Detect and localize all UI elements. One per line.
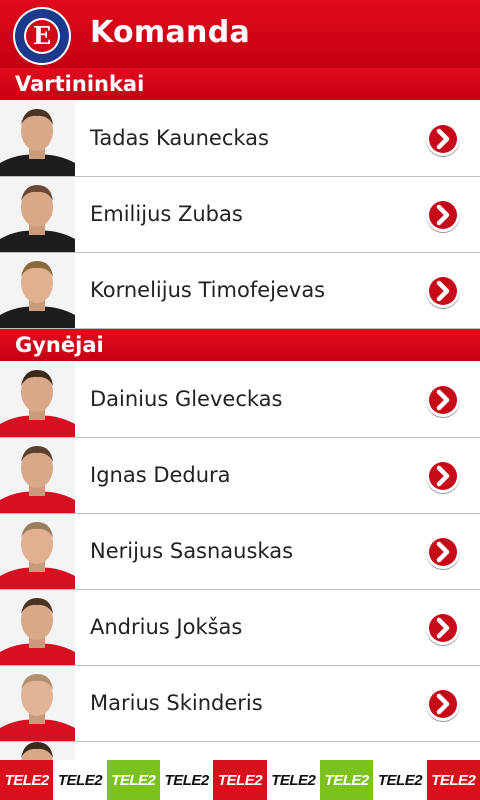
chevron-right-icon[interactable] (424, 609, 462, 647)
sponsor-logo-tile[interactable]: TELE2 (373, 760, 427, 800)
player-name: Kornelijus Timofejevas (90, 278, 326, 302)
player-row-partial[interactable] (0, 742, 480, 760)
player-photo (0, 514, 75, 589)
player-row[interactable]: Emilijus Zubas (0, 177, 480, 253)
player-name: Ignas Dedura (90, 463, 231, 487)
player-name: Marius Skinderis (90, 691, 263, 715)
chevron-right-icon[interactable] (424, 457, 462, 495)
player-photo (0, 253, 75, 328)
sponsor-logo-tile[interactable]: TELE2 (159, 760, 214, 800)
player-row[interactable]: Kornelijus Timofejevas (0, 253, 480, 329)
player-name: Tadas Kauneckas (90, 126, 269, 150)
chevron-right-icon[interactable] (424, 685, 462, 723)
player-photo (0, 177, 75, 252)
player-photo (0, 666, 75, 741)
player-photo (0, 438, 75, 513)
section-header-goalkeepers: Vartininkai (0, 68, 480, 100)
section-header-defenders: Gynėjai (0, 329, 480, 361)
sponsor-logo-tile[interactable]: TELE2 (106, 760, 160, 800)
player-photo (0, 362, 75, 437)
chevron-right-icon[interactable] (424, 533, 462, 571)
chevron-right-icon[interactable] (424, 120, 462, 158)
player-row[interactable]: Dainius Gleveckas (0, 362, 480, 438)
player-name: Dainius Gleveckas (90, 387, 283, 411)
player-row[interactable]: Ignas Dedura (0, 438, 480, 514)
player-photo (0, 742, 75, 760)
sponsor-logo-tile[interactable]: TELE2 (266, 760, 320, 800)
sponsor-logo-tile[interactable]: TELE2 (213, 760, 267, 800)
logo-letter: E (33, 21, 51, 50)
player-row[interactable]: Marius Skinderis (0, 666, 480, 742)
sponsor-logo-tile[interactable]: TELE2 (53, 760, 107, 800)
page-title: Komanda (90, 15, 251, 50)
player-photo (0, 590, 75, 665)
club-logo: E (13, 7, 71, 65)
chevron-right-icon[interactable] (424, 272, 462, 310)
chevron-right-icon[interactable] (424, 196, 462, 234)
player-name: Emilijus Zubas (90, 202, 243, 226)
player-row[interactable]: Andrius Jokšas (0, 590, 480, 666)
app-header: E Komanda (0, 0, 480, 70)
sponsor-logo-tile[interactable]: TELE2 (426, 760, 480, 800)
player-name: Nerijus Sasnauskas (90, 539, 294, 563)
player-photo (0, 101, 75, 176)
player-row[interactable]: Nerijus Sasnauskas (0, 514, 480, 590)
chevron-right-icon[interactable] (424, 381, 462, 419)
player-name: Andrius Jokšas (90, 615, 243, 639)
sponsor-banner[interactable]: TELE2 TELE2 TELE2 TELE2 TELE2 TELE2 TELE2 TELE2… (0, 760, 480, 800)
sponsor-logo-tile[interactable]: TELE2 (0, 760, 54, 800)
sponsor-logo-tile[interactable]: TELE2 (319, 760, 374, 800)
player-row[interactable]: Tadas Kauneckas (0, 101, 480, 177)
